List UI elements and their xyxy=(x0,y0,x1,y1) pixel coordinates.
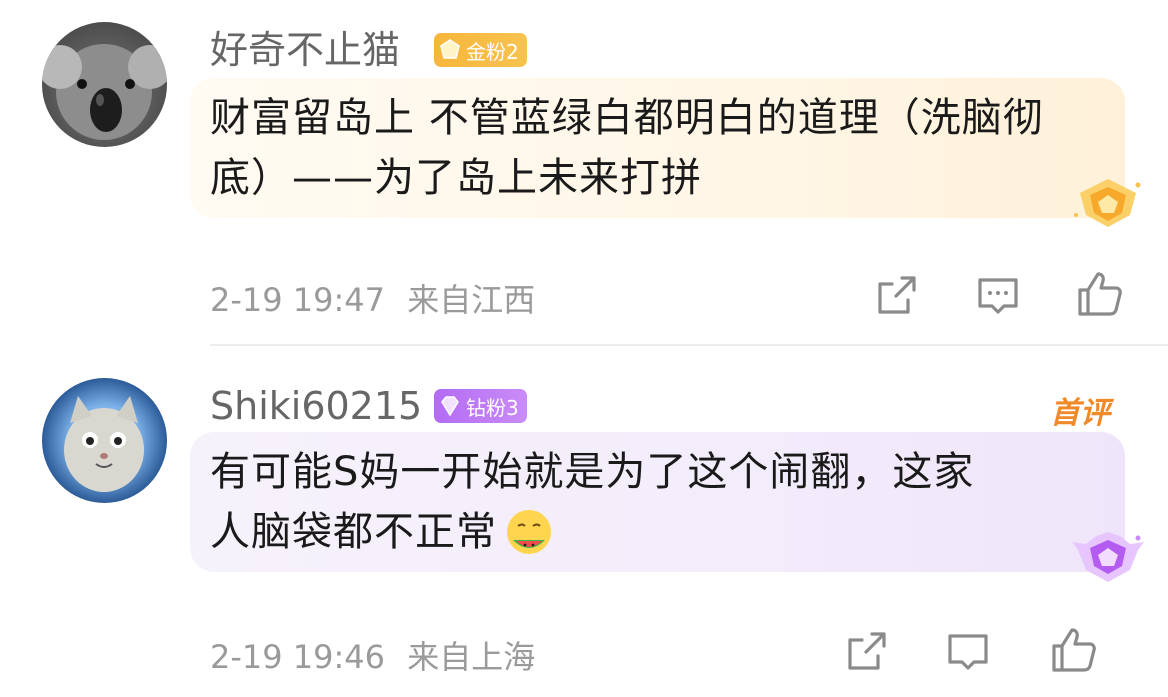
avatar[interactable] xyxy=(42,22,167,147)
share-button[interactable] xyxy=(872,272,920,320)
share-button[interactable] xyxy=(842,628,890,676)
comment-meta: 2-19 19:46 来自上海 xyxy=(210,632,535,678)
comment-text-line: 人脑袋都不正常 xyxy=(210,509,497,555)
badge-label: 钻粉3 xyxy=(466,395,519,420)
fan-badge[interactable]: 钻粉3 xyxy=(434,389,527,423)
comment-button[interactable] xyxy=(974,272,1022,320)
comment-text-line: 有可能S妈一开始就是为了这个闹翻，这家 xyxy=(210,449,975,495)
comment-text: 有可能S妈一开始就是为了这个闹翻，这家 人脑袋都不正常 xyxy=(210,442,1100,562)
timestamp: 2-19 19:47 xyxy=(210,281,386,319)
username[interactable]: 好奇不止猫 xyxy=(210,28,400,72)
watermelon-eating-emoji-icon xyxy=(503,506,555,558)
diamond-gem-icon xyxy=(438,394,462,418)
username[interactable]: Shiki60215 xyxy=(210,384,422,428)
timestamp: 2-19 19:46 xyxy=(210,638,386,676)
comment-text-line-2: 人脑袋都不正常 xyxy=(210,502,1100,562)
gold-gem-icon xyxy=(438,38,462,62)
like-button[interactable] xyxy=(1076,270,1124,318)
comment-bubble: 有可能S妈一开始就是为了这个闹翻，这家 人脑袋都不正常 xyxy=(190,432,1125,572)
gold-crown-badge-icon xyxy=(1068,175,1148,239)
like-button[interactable] xyxy=(1050,626,1098,674)
cat-avatar-icon xyxy=(64,396,144,492)
like-icon xyxy=(1078,272,1122,316)
diamond-crown-badge-icon xyxy=(1068,528,1148,592)
comment-meta: 2-19 19:47 来自江西 xyxy=(210,275,535,321)
avatar[interactable] xyxy=(42,378,167,503)
first-comment-tag: 首评 xyxy=(1050,396,1110,431)
share-icon xyxy=(848,632,886,670)
fan-badge[interactable]: 金粉2 xyxy=(434,33,527,67)
comment-icon xyxy=(978,278,1018,314)
like-icon xyxy=(1052,628,1096,672)
badge-label: 金粉2 xyxy=(466,39,519,64)
comment-icon xyxy=(948,634,988,670)
share-icon xyxy=(878,276,916,314)
comment-text: 财富留岛上 不管蓝绿白都明白的道理（洗脑彻底）——为了岛上未来打拼 xyxy=(210,95,1044,201)
location: 来自江西 xyxy=(407,281,536,319)
koala-avatar-icon xyxy=(42,44,167,140)
comment-bubble: 财富留岛上 不管蓝绿白都明白的道理（洗脑彻底）——为了岛上未来打拼 xyxy=(190,78,1125,218)
divider xyxy=(210,344,1168,346)
comment-button[interactable] xyxy=(944,628,992,676)
location: 来自上海 xyxy=(407,638,536,676)
